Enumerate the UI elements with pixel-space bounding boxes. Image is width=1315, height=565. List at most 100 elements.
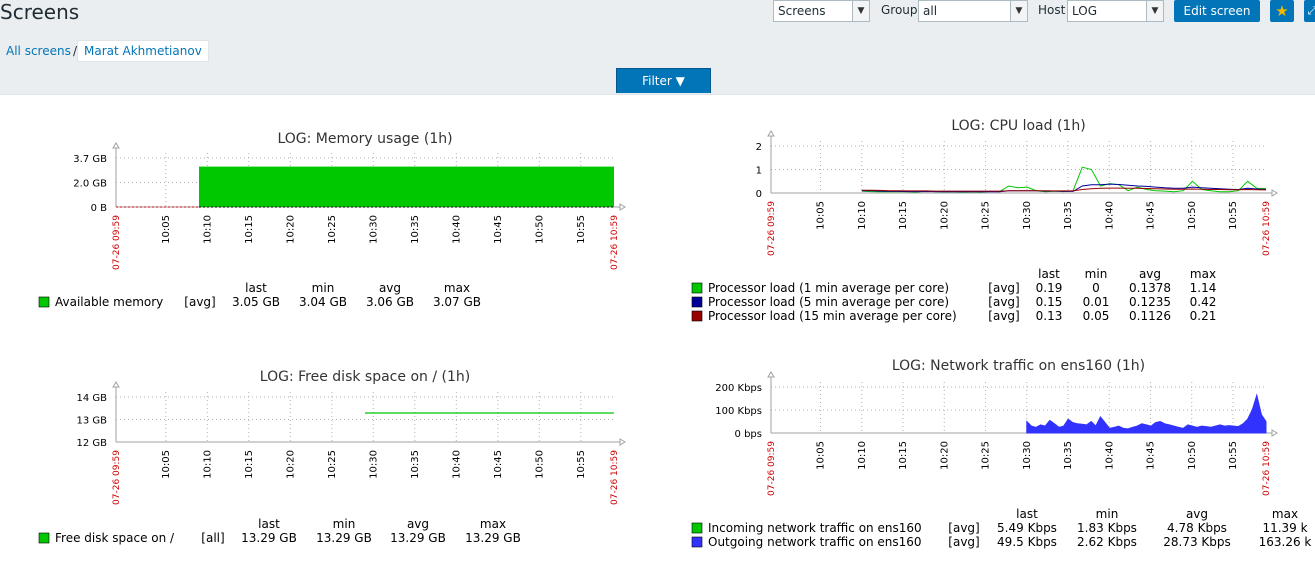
- y-tick-label: 13 GB: [76, 416, 107, 427]
- axis-arrow: [1271, 429, 1278, 437]
- legend-series-name: Processor load (15 min average per core): [708, 309, 957, 323]
- legend-func: [avg]: [988, 309, 1019, 323]
- legend-header: min: [333, 517, 356, 531]
- y-tick-label: 200 Kbps: [715, 383, 762, 394]
- legend-header: avg: [1186, 507, 1208, 521]
- x-tick-label: 10:15: [898, 441, 909, 470]
- legend-value: 13.29 GB: [465, 531, 521, 545]
- legend-func: [avg]: [988, 295, 1019, 309]
- y-tick-label: 100 Kbps: [715, 406, 762, 417]
- x-range-label: 07-26 09:59: [112, 215, 122, 270]
- x-tick-label: 10:30: [368, 450, 379, 479]
- host-select[interactable]: LOG ▼: [1067, 0, 1164, 22]
- star-icon: ★: [1275, 2, 1289, 20]
- legend-swatch: [691, 522, 703, 534]
- x-tick-label: 10:50: [1187, 441, 1198, 470]
- y-tick-label: 14 GB: [76, 393, 107, 404]
- x-tick-label: 10:45: [493, 450, 504, 479]
- legend-value: 0.1235: [1129, 295, 1171, 309]
- x-tick-label: 10:25: [327, 215, 338, 244]
- x-tick-label: 10:40: [1104, 201, 1115, 230]
- legend-swatch: [691, 282, 703, 294]
- axis-arrow: [767, 130, 775, 137]
- legend-swatch: [38, 296, 50, 308]
- x-tick-label: 10:20: [285, 450, 296, 479]
- x-tick-label: 10:10: [202, 215, 213, 244]
- y-tick-label: 1: [756, 166, 762, 177]
- legend-value: 0.1378: [1129, 281, 1171, 295]
- legend-series-name: Incoming network traffic on ens160: [708, 521, 922, 535]
- x-tick-label: 10:10: [857, 441, 868, 470]
- y-tick-label: 0 bps: [735, 429, 762, 440]
- legend-header: avg: [1139, 267, 1161, 281]
- y-tick-label: 2: [756, 142, 762, 153]
- legend-value: 0.21: [1190, 309, 1217, 323]
- group-select[interactable]: all ▼: [918, 0, 1028, 22]
- x-tick-label: 10:05: [816, 441, 827, 470]
- legend-value: 49.5 Kbps: [997, 535, 1057, 549]
- x-range-label: 07-26 10:59: [610, 215, 620, 270]
- x-tick-label: 10:55: [576, 450, 587, 479]
- fullscreen-button[interactable]: ⤢: [1304, 0, 1315, 22]
- legend-value: 0.15: [1036, 295, 1063, 309]
- series-line: [861, 187, 1267, 192]
- x-range-label: 07-26 10:59: [610, 450, 620, 505]
- x-range-label: 07-26 09:59: [767, 201, 777, 256]
- filter-tab[interactable]: Filter ▼: [616, 68, 711, 93]
- x-tick-label: 10:40: [1104, 441, 1115, 470]
- x-tick-label: 10:25: [327, 450, 338, 479]
- host-label: Host: [1038, 3, 1066, 17]
- legend-swatch: [691, 536, 703, 548]
- x-tick-label: 10:35: [1063, 201, 1074, 230]
- legend-value: 0.19: [1036, 281, 1063, 295]
- legend-header: last: [1016, 507, 1038, 521]
- y-tick-label: 0: [756, 189, 762, 200]
- legend-value: 0.1126: [1129, 309, 1171, 323]
- legend-header: min: [312, 281, 335, 295]
- edit-screen-button[interactable]: Edit screen: [1174, 0, 1260, 22]
- y-tick-label: 0 B: [91, 203, 108, 214]
- x-tick-label: 10:30: [1022, 201, 1033, 230]
- legend-value: 5.49 Kbps: [997, 521, 1057, 535]
- screens-select[interactable]: Screens ▼: [773, 0, 870, 22]
- axis-arrow: [619, 203, 626, 211]
- graph-memory: LOG: Memory usage (1h) 10:05 10:10 10:15 10:…: [38, 131, 626, 309]
- x-tick-label: 10:25: [981, 441, 992, 470]
- chevron-down-icon: ▼: [1146, 1, 1163, 21]
- add-favourite-button[interactable]: ★: [1270, 0, 1294, 22]
- legend-value: 1.83 Kbps: [1077, 521, 1137, 535]
- x-range-label: 07-26 10:59: [1262, 201, 1272, 256]
- legend-func: [avg]: [948, 521, 979, 535]
- legend-series-name: Processor load (5 min average per core): [708, 295, 949, 309]
- legend-value: 13.29 GB: [390, 531, 446, 545]
- legend-value: 0: [1092, 281, 1100, 295]
- x-tick-label: 10:35: [410, 450, 421, 479]
- group-label: Group: [881, 3, 918, 17]
- legend-swatch: [38, 532, 50, 544]
- fullscreen-icon: ⤢: [1307, 4, 1315, 17]
- axis-arrow: [767, 371, 775, 378]
- x-tick-label: 10:30: [1022, 441, 1033, 470]
- breadcrumb-all-screens[interactable]: All screens: [6, 44, 71, 58]
- x-range-label: 07-26 09:59: [767, 441, 777, 496]
- chevron-down-icon: ▼: [852, 1, 869, 21]
- legend-swatch: [691, 296, 703, 308]
- legend-value: 1.14: [1190, 281, 1217, 295]
- legend-header: min: [1085, 267, 1108, 281]
- legend-value: 3.05 GB: [232, 295, 280, 309]
- x-range-label: 07-26 10:59: [1262, 441, 1272, 496]
- legend-value: 28.73 Kbps: [1163, 535, 1231, 549]
- legend-value: 3.04 GB: [299, 295, 347, 309]
- x-tick-label: 10:40: [451, 215, 462, 244]
- x-tick-label: 10:05: [161, 215, 172, 244]
- x-tick-label: 10:05: [161, 450, 172, 479]
- x-tick-label: 10:55: [1228, 441, 1239, 470]
- x-tick-label: 10:15: [244, 450, 255, 479]
- x-tick-label: 10:25: [981, 201, 992, 230]
- host-select-value: LOG: [1072, 4, 1098, 18]
- x-tick-label: 10:35: [1063, 441, 1074, 470]
- legend-header: min: [1096, 507, 1119, 521]
- x-tick-label: 10:20: [285, 215, 296, 244]
- breadcrumb-current-screen[interactable]: Marat Akhmetianov: [77, 40, 209, 62]
- axis-arrow: [619, 438, 626, 446]
